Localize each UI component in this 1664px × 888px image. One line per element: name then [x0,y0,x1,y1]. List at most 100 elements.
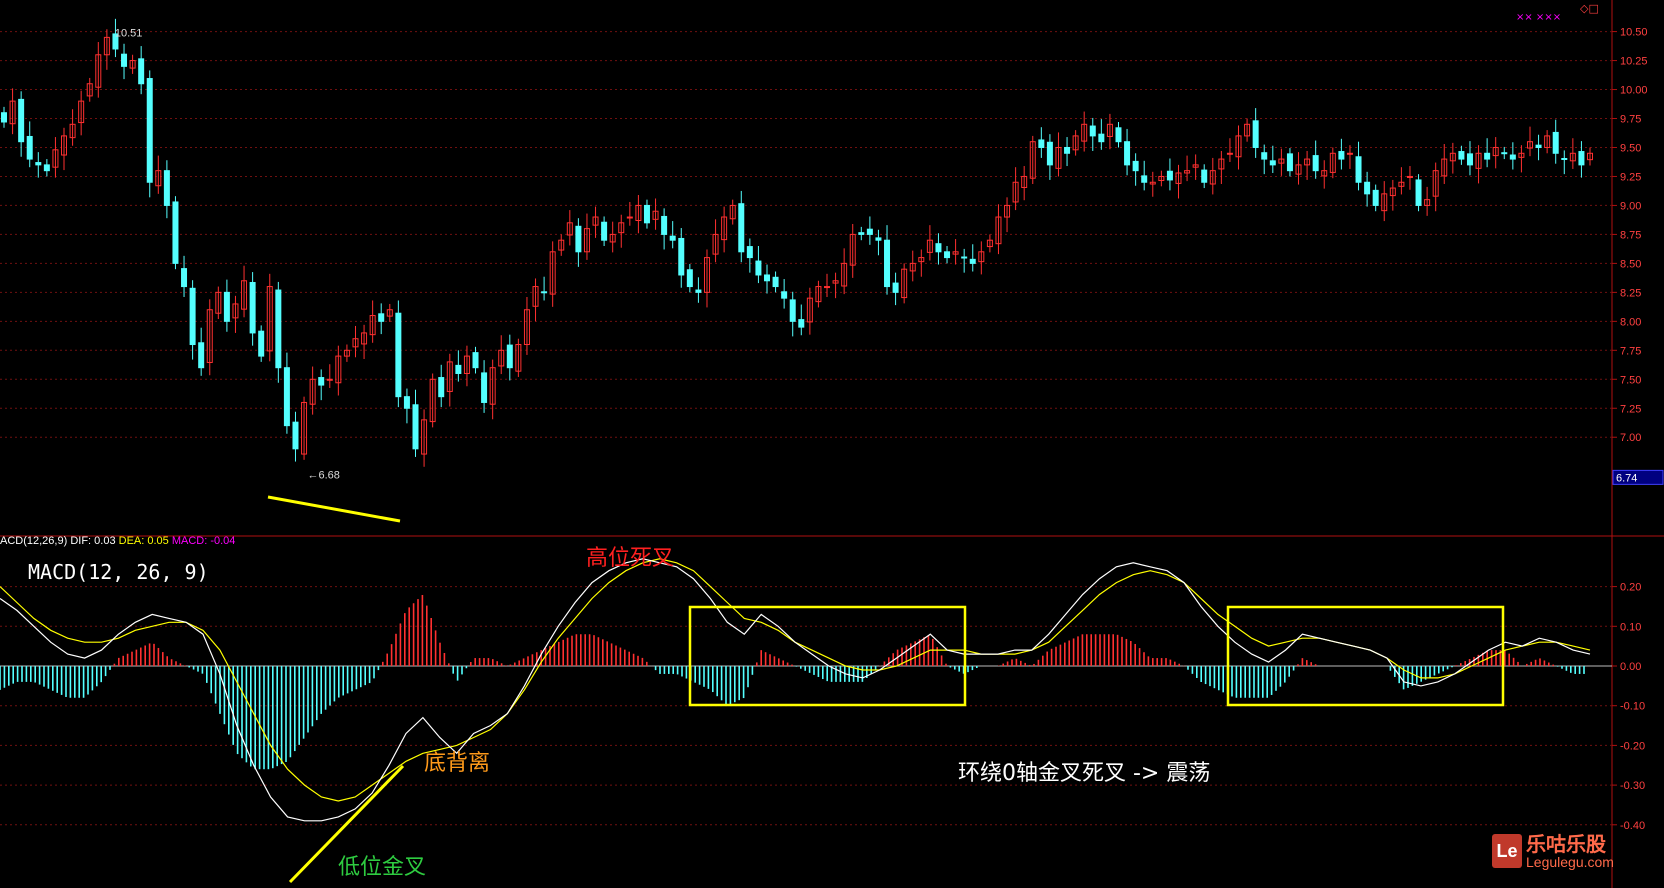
price-tick-label: 9.00 [1620,200,1641,212]
annotation-low-golden-cross: 低位金叉 [338,855,427,880]
candle-body [824,286,831,289]
candle-body [601,221,608,241]
candle-body [1466,153,1473,166]
candle-body [1226,152,1233,155]
candle-body [1338,151,1345,160]
price-tick-label: 8.75 [1620,229,1641,241]
price-tick-label: 10.50 [1620,27,1648,39]
last-price-label: 6.74 [1616,472,1637,484]
candle-body [1064,146,1071,154]
candle-body [1269,160,1276,166]
candle-body [1346,152,1353,155]
candle-body [35,162,42,166]
price-tick-label: 7.75 [1620,345,1641,357]
candle-body [541,291,548,294]
candle-body [1166,170,1173,181]
candle-body [875,237,882,241]
candle-body [781,291,788,299]
macd-title: MACD(12, 26, 9) [28,560,209,584]
candle-body [686,269,693,288]
watermark-cn: 乐咕乐股 [1526,832,1606,856]
candle-body [1406,175,1413,178]
stock-chart: 10.50 10.25 10.00 9.75 9.50 9.25 9.00 8.75 8.50 8… [0,0,1664,888]
macd-series [0,558,1591,822]
candle-body [455,364,462,374]
candle-body [1089,125,1096,137]
candle-body [26,135,33,160]
candle-body [138,58,145,85]
candle-body [1578,151,1585,166]
candle-body [1201,169,1208,183]
candle-body [292,421,299,450]
price-tick-label: 9.50 [1620,142,1641,154]
candle-body [1561,157,1568,160]
candle-body [1132,160,1139,172]
price-tick-label: 9.75 [1620,114,1641,126]
candle-body [1552,131,1559,154]
candle-body [121,53,128,67]
candle-body [746,246,753,259]
top-icons[interactable]: ×× ××× [1516,12,1561,23]
candle-body [1484,152,1491,160]
candle-body [1364,181,1371,195]
annotation-oscillation: 环绕0轴金叉死叉 -> 震荡 [958,761,1211,786]
candle-body [172,201,179,264]
candle-body [798,319,805,328]
watermark-logo: Le 乐咕乐股 Legulegu.com [1492,828,1632,876]
candle-body [378,313,385,322]
price-tick-label: 9.25 [1620,171,1641,183]
watermark-box: Le [1492,834,1522,868]
candle-body [1,112,7,123]
candle-body [858,232,865,235]
candle-body [892,282,899,293]
candle-body [275,289,282,369]
candle-body [1252,120,1259,148]
macd-header-name: ACD(12,26,9) [0,535,68,547]
window-icon[interactable]: ◇□ [1580,2,1599,15]
annotations: 10.51 ←6.68 [115,27,1505,884]
dif-readout: DIF: 0.03 [70,535,116,547]
macd-tick-label: -0.10 [1620,701,1645,713]
dea-line [0,558,1591,802]
price-tick-label: 10.00 [1620,85,1648,97]
candle-body [944,251,951,259]
macd-tick-label: 0.00 [1620,661,1641,673]
macd-tick-label: 0.10 [1620,621,1641,633]
candle-body [403,396,410,409]
candle-body [738,203,745,253]
price-tick-label: 7.25 [1620,403,1641,415]
macd-readout: MACD: -0.04 [171,535,236,547]
candle-body [181,268,188,288]
watermark-url: Legulegu.com [1526,854,1614,870]
candle-body [223,291,230,322]
candle-body [1312,155,1319,172]
candle-body [258,330,265,357]
candle-body [1046,141,1053,166]
price-divergence-line [267,495,401,523]
candle-body [643,204,650,224]
candle-body [763,274,770,282]
candle-body [1261,152,1268,160]
candle-body [18,98,25,143]
candle-body [189,287,196,346]
macd-tick-label: -0.30 [1620,780,1645,792]
candle-body [506,344,513,369]
candle-body [755,260,762,276]
candle-body [283,367,290,427]
high-price-label: 10.51 [115,27,143,39]
candle-body [789,299,796,322]
candle-body [969,258,976,264]
dif-line [0,558,1591,822]
price-tick-label: 8.00 [1620,316,1641,328]
candle-body [326,378,333,381]
candle-body [669,235,676,241]
candle-body [661,215,668,235]
candle-body [163,170,170,206]
candle-body [472,352,479,369]
candle-body [678,237,685,276]
annotation-bottom-divergence: 底背离 [424,751,491,776]
candle-body [866,228,873,235]
price-tick-label: 8.50 [1620,258,1641,270]
candle-body [481,372,488,403]
candle-body [198,342,205,369]
